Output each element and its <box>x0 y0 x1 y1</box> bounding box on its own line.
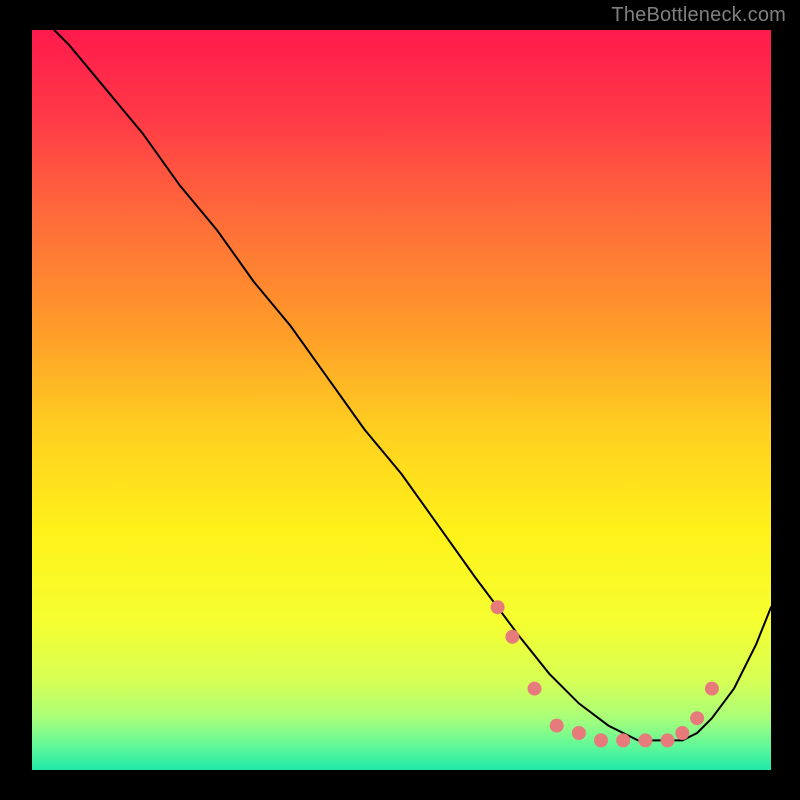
chart-container: TheBottleneck.com <box>0 0 800 800</box>
marker-dot <box>572 726 586 740</box>
marker-dot <box>594 733 608 747</box>
marker-dot <box>616 733 630 747</box>
marker-dot <box>675 726 689 740</box>
marker-dot <box>505 630 519 644</box>
marker-dot <box>528 682 542 696</box>
marker-dot <box>491 600 505 614</box>
marker-dot <box>638 733 652 747</box>
marker-dot <box>550 719 564 733</box>
marker-dot <box>661 733 675 747</box>
marker-dot <box>690 711 704 725</box>
marker-dot <box>705 682 719 696</box>
bottleneck-chart <box>0 0 800 800</box>
gradient-background <box>32 30 771 770</box>
